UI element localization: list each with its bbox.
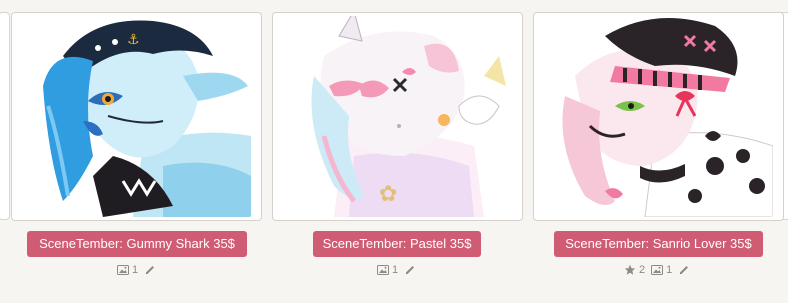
star-count: 2 <box>639 264 646 276</box>
pastel-illustration: ✿ <box>284 16 512 217</box>
svg-text:⚓: ⚓ <box>127 32 140 48</box>
title-button-gummy-shark[interactable]: SceneTember: Gummy Shark 35$ <box>27 231 247 257</box>
image-icon <box>117 264 129 276</box>
image-count: 1 <box>666 264 673 276</box>
artwork-thumbnail-pastel[interactable]: ✿ <box>284 16 512 217</box>
sanrio-lover-illustration <box>545 16 773 217</box>
image-icon <box>651 264 664 276</box>
image-icon <box>377 264 389 276</box>
image-count: 1 <box>132 264 139 276</box>
star-icon[interactable] <box>624 264 636 276</box>
pencil-icon[interactable] <box>678 264 690 276</box>
image-count: 1 <box>392 264 399 276</box>
meta-row-gummy-shark: 1 <box>117 263 156 277</box>
artwork-thumbnail-gummy-shark[interactable]: ⚓ <box>23 16 251 217</box>
artwork-thumbnail-sanrio-lover[interactable] <box>545 16 773 217</box>
meta-row-sanrio-lover: 2 1 <box>624 263 690 277</box>
title-button-sanrio-lover[interactable]: SceneTember: Sanrio Lover 35$ <box>554 231 763 257</box>
svg-text:✿: ✿ <box>379 182 397 207</box>
title-button-pastel[interactable]: SceneTember: Pastel 35$ <box>313 231 481 257</box>
gallery-card-sanrio-lover[interactable] <box>533 12 784 221</box>
gallery-card-pastel[interactable]: ✿ <box>272 12 523 221</box>
meta-row-pastel: 1 <box>377 263 416 277</box>
pencil-icon[interactable] <box>404 264 416 276</box>
gallery-card-gummy-shark[interactable]: ⚓ <box>11 12 262 221</box>
pencil-icon[interactable] <box>144 264 156 276</box>
partial-card-left[interactable] <box>0 12 10 220</box>
gummy-shark-illustration: ⚓ <box>23 16 251 217</box>
